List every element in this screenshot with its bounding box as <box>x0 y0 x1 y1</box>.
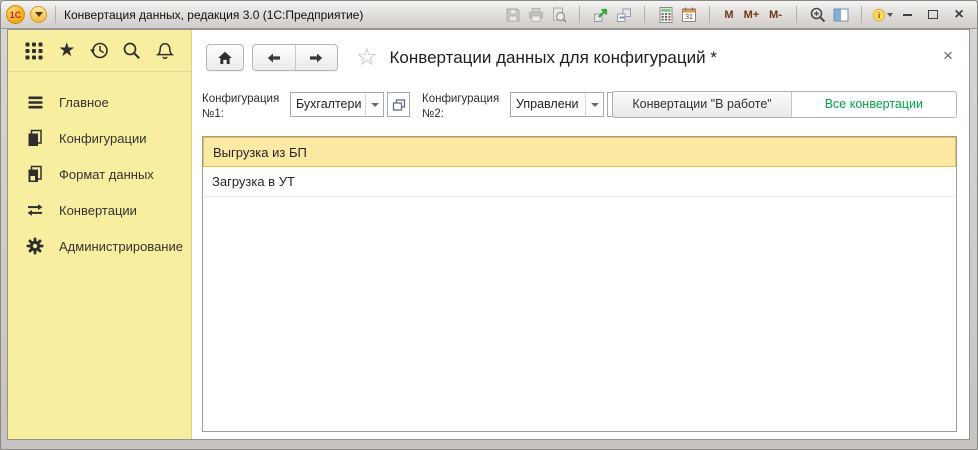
config2-combobox[interactable]: Управлени <box>510 92 604 117</box>
divider <box>861 6 862 23</box>
sidebar-tools: ★ <box>8 30 191 72</box>
divider <box>55 6 56 23</box>
config2-dropdown-button[interactable] <box>585 93 603 116</box>
filter-all-conversions-button[interactable]: Все конвертации <box>790 92 956 117</box>
calendar-day-label: 31 <box>685 14 693 21</box>
divider <box>644 6 646 23</box>
page-title: Конвертации данных для конфигураций * <box>389 47 717 67</box>
sidebar-item-configurations[interactable]: Конфигурации <box>8 120 191 156</box>
minimize-icon <box>902 13 912 16</box>
data-format-icon <box>25 164 45 184</box>
list-item[interactable]: Выгрузка из БП <box>203 137 956 167</box>
divider <box>579 6 581 23</box>
sidebar-item-label: Администрирование <box>59 238 183 254</box>
favorite-star-icon[interactable]: ☆ <box>356 45 378 70</box>
swap-arrows-icon <box>25 200 45 220</box>
config2-label: Конфигурация №2: <box>422 93 500 120</box>
chevron-down-icon <box>34 12 43 17</box>
favorites-star-icon[interactable]: ★ <box>56 40 78 62</box>
sidebar-menu: Главное Конфигурации Формат данных Конве… <box>8 72 191 264</box>
filter-in-progress-button[interactable]: Конвертации "В работе" <box>613 92 791 117</box>
sidebar-item-label: Конвертации <box>59 202 137 218</box>
1c-logo-icon: 1С <box>6 5 25 24</box>
minimize-button[interactable] <box>895 5 919 25</box>
filter-segmented-control: Конвертации "В работе" Все конвертации <box>612 91 957 118</box>
notifications-bell-icon[interactable] <box>154 40 176 62</box>
conversions-list: Выгрузка из БП Загрузка в УТ <box>202 136 957 432</box>
choose-from-list-icon <box>392 98 405 111</box>
back-button[interactable] <box>253 45 295 70</box>
app-window: 1С Конвертация данных, редакция 3.0 (1С:… <box>0 0 978 450</box>
config1-combobox[interactable]: Бухгалтери <box>290 92 384 117</box>
sidebar-item-data-format[interactable]: Формат данных <box>8 156 191 192</box>
sidebar-item-main[interactable]: Главное <box>8 84 191 120</box>
list-item[interactable]: Загрузка в УТ <box>203 167 956 197</box>
history-nav-group <box>252 44 338 71</box>
memory-button[interactable]: M <box>720 4 737 25</box>
chevron-down-icon <box>887 12 893 17</box>
close-button[interactable]: × <box>947 5 971 25</box>
divider <box>709 6 711 23</box>
sidebar-item-administration[interactable]: Администрирование <box>8 228 191 264</box>
go-to-link-icon[interactable] <box>613 4 634 25</box>
window-title: Конвертация данных, редакция 3.0 (1С:Пре… <box>64 7 364 22</box>
sidebar-item-label: Формат данных <box>59 166 154 182</box>
zoom-icon[interactable] <box>807 4 828 25</box>
sidebar-item-conversions[interactable]: Конвертации <box>8 192 191 228</box>
config1-label: Конфигурация №1: <box>202 93 280 120</box>
gear-icon <box>25 236 45 256</box>
search-icon[interactable] <box>121 40 143 62</box>
print-icon[interactable] <box>525 4 546 25</box>
documents-icon <box>25 128 45 148</box>
maximize-button[interactable] <box>921 5 945 25</box>
chevron-down-icon <box>370 102 379 107</box>
form-close-button[interactable]: × <box>943 47 953 64</box>
sidebar-item-label: Конфигурации <box>59 130 147 146</box>
home-icon <box>218 51 232 64</box>
calculator-icon[interactable] <box>655 4 676 25</box>
menu-icon <box>25 92 45 112</box>
history-icon[interactable] <box>89 40 111 62</box>
calendar-icon[interactable]: 31 <box>678 4 699 25</box>
get-link-icon[interactable] <box>590 4 611 25</box>
arrow-left-icon <box>267 53 280 62</box>
divider <box>796 6 797 23</box>
forward-button[interactable] <box>294 45 338 70</box>
print-preview-icon[interactable] <box>548 4 569 25</box>
arrow-right-icon <box>310 53 323 62</box>
all-functions-grid-icon[interactable] <box>23 40 45 62</box>
maximize-icon <box>928 10 938 19</box>
title-bar: 1С Конвертация данных, редакция 3.0 (1С:… <box>1 1 977 29</box>
config1-choose-button[interactable] <box>387 92 410 117</box>
memory-minus-button[interactable]: M- <box>765 4 786 25</box>
save-icon[interactable] <box>502 4 523 25</box>
chevron-down-icon <box>590 102 599 107</box>
navigation-row: ☆ Конвертации данных для конфигураций * <box>206 44 717 71</box>
close-icon: × <box>954 5 964 23</box>
sections-sidebar: ★ Главное Конфигурации Формат данных Кон… <box>8 30 192 439</box>
memory-plus-button[interactable]: M+ <box>740 4 764 25</box>
info-button[interactable]: i <box>872 4 893 25</box>
home-button[interactable] <box>206 44 244 71</box>
config1-dropdown-button[interactable] <box>365 93 383 116</box>
form-panel: ☆ Конвертации данных для конфигураций * … <box>192 30 969 439</box>
config2-value: Управлени <box>516 97 579 111</box>
filter-form-row: Конфигурация №1: Бухгалтери Конфигурация… <box>202 91 957 122</box>
system-menu-button[interactable] <box>30 6 47 23</box>
config1-value: Бухгалтери <box>296 97 362 111</box>
sidebar-item-label: Главное <box>59 94 109 110</box>
title-toolbar: 31 M M+ M- i × <box>502 4 971 25</box>
client-area: ★ Главное Конфигурации Формат данных Кон… <box>7 29 970 440</box>
split-view-icon[interactable] <box>830 4 851 25</box>
